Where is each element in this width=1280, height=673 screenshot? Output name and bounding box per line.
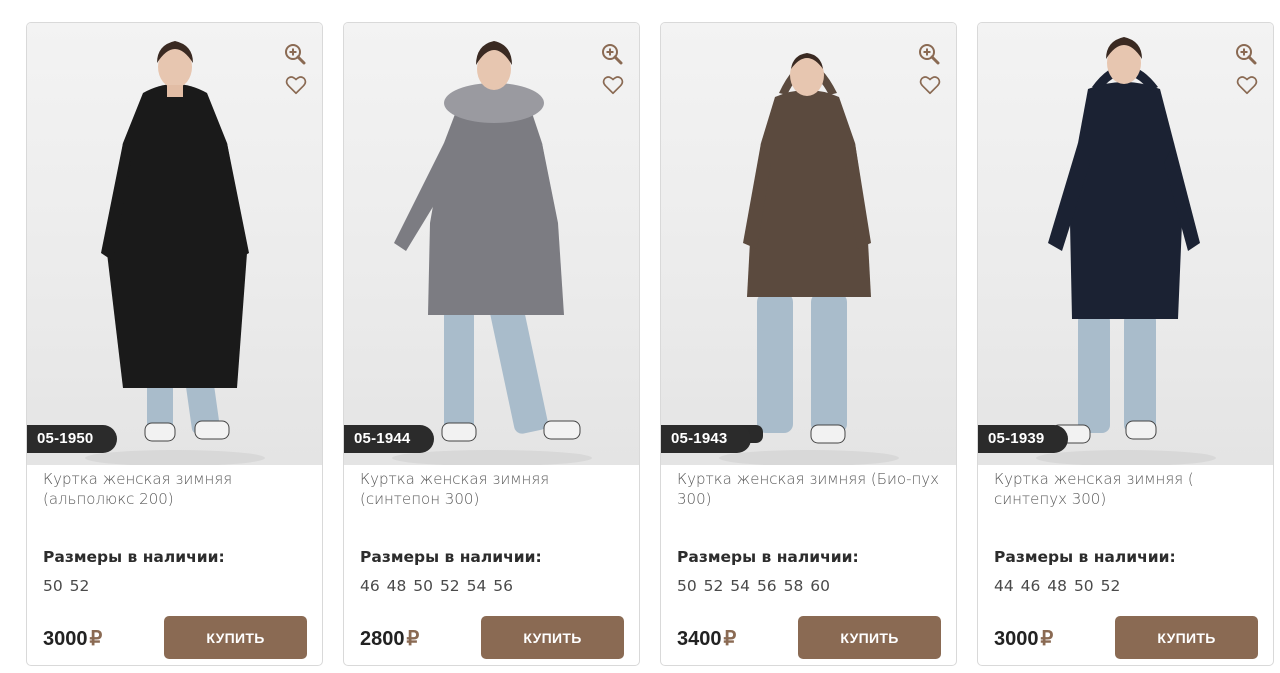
- product-title[interactable]: Куртка женская зимняя (синтепон 300): [360, 469, 625, 509]
- zoom-in-icon[interactable]: [284, 43, 306, 65]
- product-photo[interactable]: 05-1950: [27, 23, 322, 465]
- zoom-in-icon[interactable]: [918, 43, 940, 65]
- buy-button[interactable]: купить: [164, 616, 307, 659]
- product-title[interactable]: Куртка женская зимняя (альполюкс 200): [43, 469, 308, 509]
- heart-icon[interactable]: [1236, 74, 1258, 96]
- product-card[interactable]: 05-1950 Куртка женская зимняя (альполюкс…: [26, 22, 323, 666]
- sizes-values: 44 46 48 50 52: [994, 577, 1121, 595]
- price-value: 2800: [360, 628, 405, 650]
- sizes-values: 50 52 54 56 58 60: [677, 577, 830, 595]
- price-value: 3400: [677, 628, 722, 650]
- price: 3000 ₽: [994, 626, 1053, 651]
- price: 3000 ₽: [43, 626, 102, 651]
- coat-model-image: [85, 41, 265, 465]
- sizes-label: Размеры в наличии:: [994, 548, 1176, 566]
- sizes-label: Размеры в наличии:: [677, 548, 859, 566]
- heart-icon[interactable]: [602, 74, 624, 96]
- sizes-values: 50 52: [43, 577, 90, 595]
- product-card[interactable]: 05-1944 Куртка женская зимняя (синтепон …: [343, 22, 640, 666]
- price-value: 3000: [43, 628, 88, 650]
- currency-symbol: ₽: [406, 628, 420, 650]
- product-photo[interactable]: 05-1939: [978, 23, 1273, 465]
- product-grid: 05-1950 Куртка женская зимняя (альполюкс…: [26, 22, 1274, 666]
- coat-model-image: [719, 53, 899, 465]
- sku-badge: 05-1944: [344, 425, 435, 453]
- currency-symbol: ₽: [89, 628, 103, 650]
- currency-symbol: ₽: [1040, 628, 1054, 650]
- price-value: 3000: [994, 628, 1039, 650]
- product-card[interactable]: 05-1939 Куртка женская зимняя ( синтепух…: [977, 22, 1274, 666]
- sizes-values: 46 48 50 52 54 56: [360, 577, 513, 595]
- coat-model-image: [1036, 37, 1216, 465]
- sku-badge: 05-1939: [978, 425, 1069, 453]
- price: 3400 ₽: [677, 626, 736, 651]
- coat-model-image: [392, 41, 592, 465]
- heart-icon[interactable]: [919, 74, 941, 96]
- product-photo[interactable]: 05-1944: [344, 23, 639, 465]
- heart-icon[interactable]: [285, 74, 307, 96]
- price: 2800 ₽: [360, 626, 419, 651]
- currency-symbol: ₽: [723, 628, 737, 650]
- sizes-label: Размеры в наличии:: [360, 548, 542, 566]
- sku-badge: 05-1943: [661, 425, 752, 453]
- product-card[interactable]: 05-1943 Куртка женская зимняя (Био-пух 3…: [660, 22, 957, 666]
- zoom-in-icon[interactable]: [601, 43, 623, 65]
- product-title[interactable]: Куртка женская зимняя (Био-пух 300): [677, 469, 942, 509]
- product-photo[interactable]: 05-1943: [661, 23, 956, 465]
- buy-button[interactable]: купить: [481, 616, 624, 659]
- buy-button[interactable]: купить: [1115, 616, 1258, 659]
- sku-badge: 05-1950: [27, 425, 118, 453]
- product-title[interactable]: Куртка женская зимняя ( синтепух 300): [994, 469, 1259, 509]
- zoom-in-icon[interactable]: [1235, 43, 1257, 65]
- sizes-label: Размеры в наличии:: [43, 548, 225, 566]
- buy-button[interactable]: купить: [798, 616, 941, 659]
